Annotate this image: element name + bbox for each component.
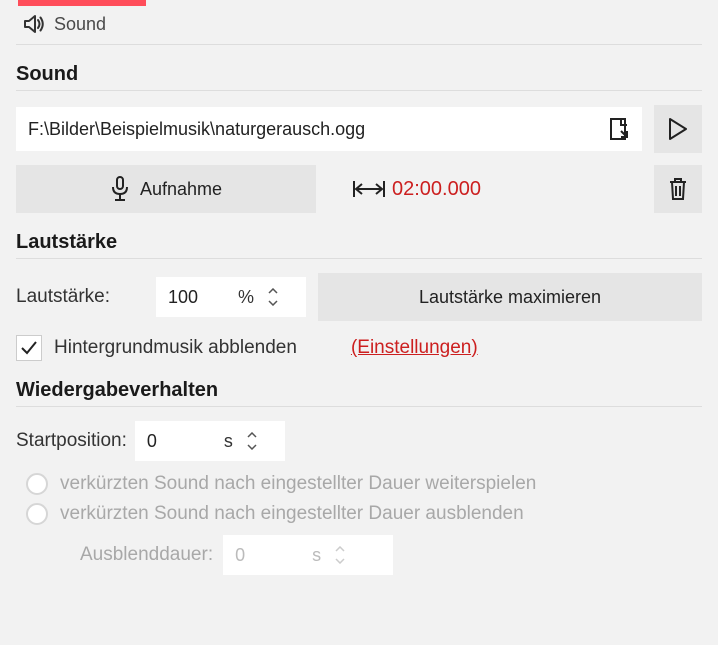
play-button[interactable] [654,105,702,153]
microphone-icon [110,176,130,202]
duration-icon [352,178,386,200]
section-heading-volume: Lautstärke [16,231,702,254]
check-icon [20,340,38,356]
fade-duration-unit: s [297,545,321,566]
spinner-down-icon[interactable] [245,442,259,452]
start-position-spinner[interactable]: 0 s [135,421,285,461]
record-label: Aufnahme [140,179,222,200]
spinner-down-icon [333,556,347,566]
maximize-volume-button[interactable]: Lautstärke maximieren [318,273,702,321]
radio-fade-out: verkürzten Sound nach eingestellter Daue… [26,503,702,525]
section-heading-sound: Sound [16,63,702,86]
delete-button[interactable] [654,165,702,213]
start-position-unit: s [209,431,233,452]
radio-continue-label: verkürzten Sound nach eingestellter Daue… [60,473,536,495]
maximize-volume-label: Lautstärke maximieren [419,287,601,308]
fade-duration-label: Ausblenddauer: [80,544,213,566]
spinner-up-icon [333,544,347,554]
dim-background-label: Hintergrundmusik abblenden [54,337,297,359]
sound-icon [22,12,46,36]
spinner-down-icon[interactable] [266,298,280,308]
fade-duration-spinner: 0 s [223,535,393,575]
browse-icon[interactable] [606,115,634,143]
file-path-value: F:\Bilder\Beispielmusik\naturgerausch.og… [28,119,365,140]
fade-duration-value: 0 [235,545,291,566]
radio-icon [26,473,48,495]
tab-sound[interactable]: Sound [16,6,702,45]
spinner-up-icon[interactable] [245,430,259,440]
spinner-up-icon[interactable] [266,286,280,296]
file-path-input[interactable]: F:\Bilder\Beispielmusik\naturgerausch.og… [16,107,642,151]
divider [16,90,702,91]
record-button[interactable]: Aufnahme [16,165,316,213]
tab-label: Sound [54,14,106,35]
duration-display: 02:00.000 [328,178,642,201]
volume-value: 100 [168,287,224,308]
trash-icon [667,177,689,201]
radio-fade-label: verkürzten Sound nach eingestellter Daue… [60,503,524,525]
start-position-label: Startposition: [16,430,127,452]
section-heading-playback: Wiedergabeverhalten [16,379,702,402]
volume-spinner[interactable]: 100 % [156,277,306,317]
duration-value: 02:00.000 [392,178,481,201]
divider [16,406,702,407]
radio-icon [26,503,48,525]
start-position-value: 0 [147,431,203,452]
volume-unit: % [230,287,254,308]
volume-label: Lautstärke: [16,286,144,308]
divider [16,258,702,259]
settings-link[interactable]: (Einstellungen) [351,337,478,359]
radio-continue-playing: verkürzten Sound nach eingestellter Daue… [26,473,702,495]
dim-background-checkbox[interactable] [16,335,42,361]
play-icon [668,117,688,141]
